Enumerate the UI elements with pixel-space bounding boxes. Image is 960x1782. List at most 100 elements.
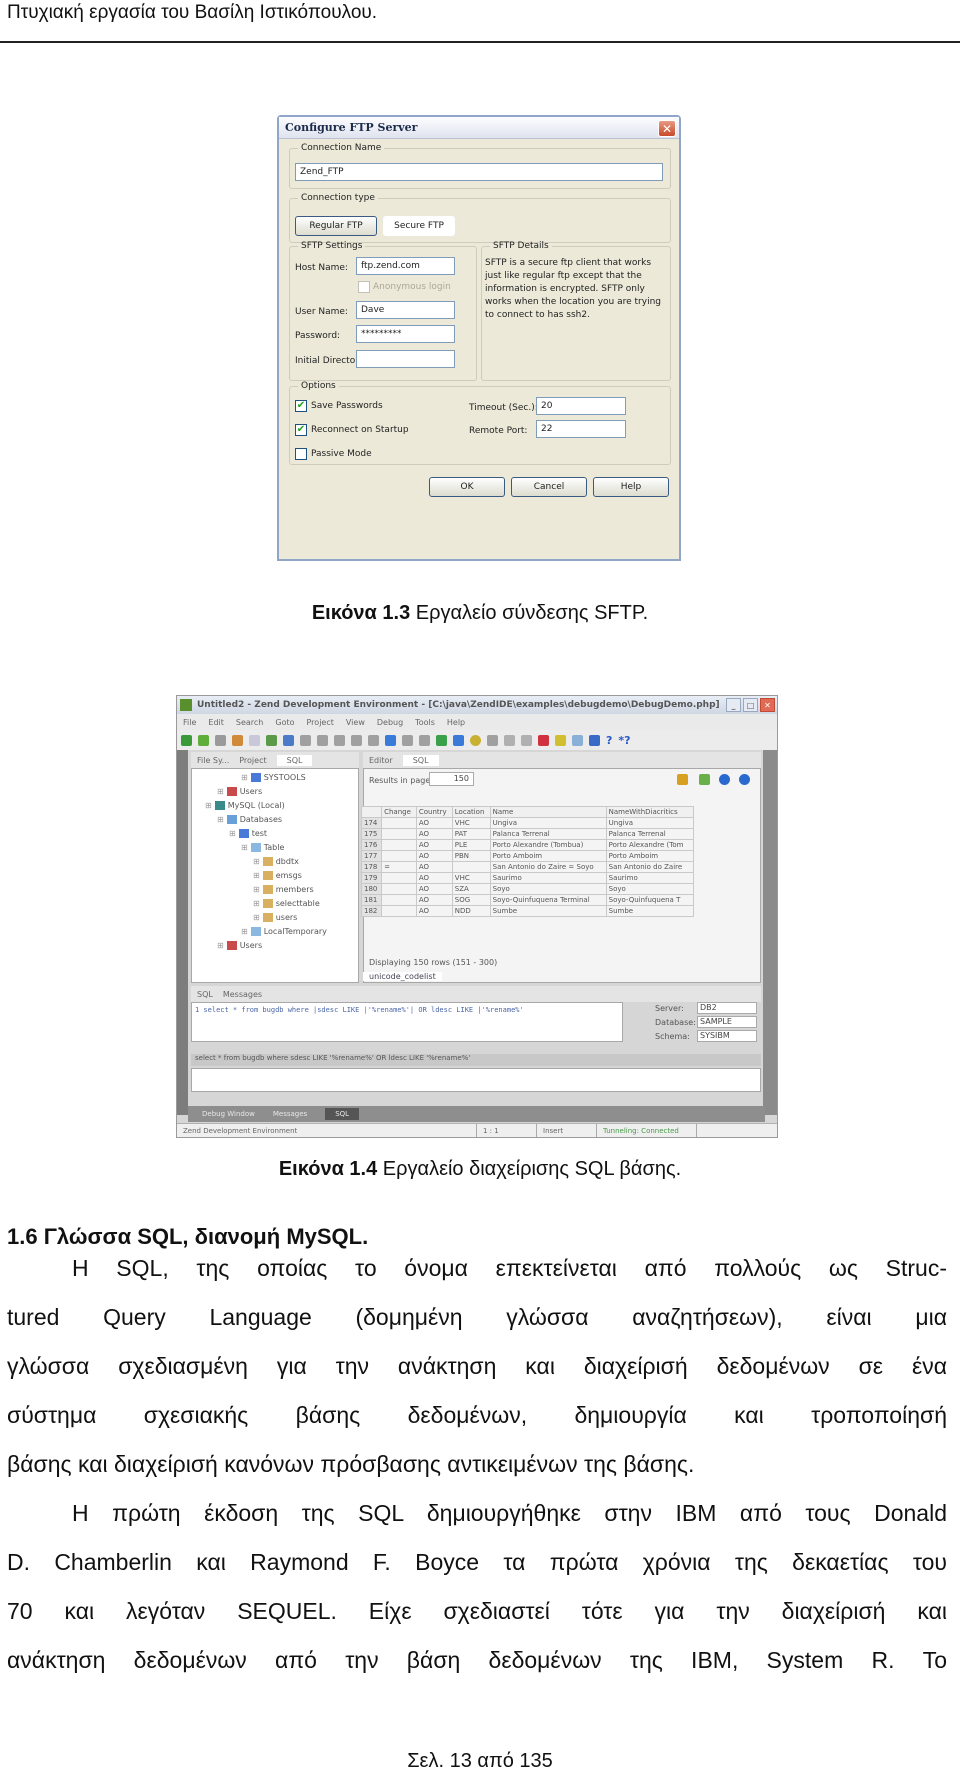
save-results-icon[interactable]: [677, 774, 688, 785]
tab-sql-results[interactable]: SQL: [402, 754, 439, 766]
dock-sql[interactable]: SQL: [325, 1108, 360, 1120]
table-row[interactable]: 182 AO NDD Sumbe Sumbe: [360, 905, 695, 917]
user-name-input[interactable]: Dave: [356, 301, 455, 319]
expand-icon[interactable]: ⊞: [241, 927, 248, 936]
expand-icon[interactable]: ⊞: [241, 843, 248, 852]
expand-icon[interactable]: ⊞: [217, 787, 224, 796]
find-icon[interactable]: [283, 734, 294, 746]
expand-icon[interactable]: ⊞: [253, 885, 260, 894]
cancel-button[interactable]: Cancel: [511, 477, 587, 497]
breakpoint-icon[interactable]: [538, 734, 549, 746]
tree-item[interactable]: ⊞ SYSTOOLS: [193, 770, 343, 784]
expand-icon[interactable]: ⊞: [241, 773, 248, 782]
regular-ftp-button[interactable]: Regular FTP: [295, 216, 377, 236]
tree-item[interactable]: ⊞ Users: [193, 938, 343, 952]
menu-goto[interactable]: Goto: [275, 718, 294, 727]
profile-icon[interactable]: [521, 734, 532, 746]
prev-page-icon[interactable]: [719, 774, 730, 785]
passive-mode-checkbox[interactable]: [295, 448, 307, 460]
browser-icon[interactable]: [572, 734, 583, 746]
table-row[interactable]: 175 AO PAT Palanca Terrenal Palanca Terrenal: [360, 828, 695, 840]
help-icon[interactable]: ?: [606, 734, 612, 747]
expand-icon[interactable]: ⊞: [253, 899, 260, 908]
schema-select[interactable]: SYSIBM: [697, 1030, 757, 1042]
up-icon[interactable]: [402, 734, 413, 746]
menu-debug[interactable]: Debug: [377, 718, 403, 727]
anonymous-login-checkbox[interactable]: [358, 281, 370, 293]
menu-edit[interactable]: Edit: [208, 718, 224, 727]
host-name-input[interactable]: ftp.zend.com: [356, 257, 455, 275]
zoom-out-icon[interactable]: [334, 734, 345, 746]
secure-ftp-button[interactable]: Secure FTP: [383, 216, 455, 236]
database-select[interactable]: SAMPLE: [697, 1016, 757, 1028]
table-row[interactable]: 178 = AO San Antonio do Zaire = Soyo San Ant…: [360, 861, 695, 873]
publish-icon[interactable]: [589, 734, 600, 746]
tree-item[interactable]: ⊞ Users: [193, 784, 343, 798]
cut-icon[interactable]: [232, 734, 243, 746]
new-icon[interactable]: [181, 734, 192, 746]
back-icon[interactable]: [351, 734, 362, 746]
forward-icon[interactable]: [368, 734, 379, 746]
table-row[interactable]: 176 AO PLE Porto Alexandre (Tombua) Porto Al…: [360, 839, 695, 851]
next-page-icon[interactable]: [739, 774, 750, 785]
down-icon[interactable]: [419, 734, 430, 746]
tree-item[interactable]: ⊞ members: [193, 882, 343, 896]
reconnect-checkbox[interactable]: ✔: [295, 424, 307, 436]
tree-item[interactable]: ⊞ emsgs: [193, 868, 343, 882]
column-header[interactable]: Location: [451, 806, 491, 818]
menu-file[interactable]: File: [183, 718, 196, 727]
copy-icon[interactable]: [249, 734, 260, 746]
tree-item[interactable]: ⊞ test: [193, 826, 343, 840]
table-row[interactable]: 179 AO VHC Saurimo Saurimo: [360, 872, 695, 884]
server-select[interactable]: DB2: [697, 1002, 757, 1014]
file-manager-sidebar[interactable]: [177, 750, 188, 1115]
debug-icon[interactable]: [470, 734, 481, 746]
save-passwords-checkbox[interactable]: ✔: [295, 400, 307, 412]
expand-icon[interactable]: ⊞: [217, 815, 224, 824]
menu-tools[interactable]: Tools: [415, 718, 435, 727]
expand-icon[interactable]: ⊞: [253, 857, 260, 866]
table-row[interactable]: 180 AO SZA Soyo Soyo: [360, 883, 695, 895]
expand-icon[interactable]: ⊞: [217, 941, 224, 950]
context-help-icon[interactable]: *?: [618, 734, 630, 747]
sql-query[interactable]: 1 select * from bugdb where |sdesc LIKE …: [195, 1006, 524, 1014]
stop-icon[interactable]: [487, 734, 498, 746]
highlight-icon[interactable]: [555, 734, 566, 746]
table-row[interactable]: 174 AO VHC Ungiva Ungiva: [360, 817, 695, 829]
close-icon[interactable]: ✕: [760, 698, 775, 712]
table-row[interactable]: 177 AO PBN Porto Amboim Porto Amboim: [360, 850, 695, 862]
menu-project[interactable]: Project: [307, 718, 334, 727]
connection-name-input[interactable]: Zend_FTP: [295, 163, 663, 181]
tree-item[interactable]: ⊞ Table: [193, 840, 343, 854]
dock-debug-window[interactable]: Debug Window: [202, 1110, 255, 1118]
close-icon[interactable]: ✕: [658, 120, 676, 137]
skip-icon[interactable]: [453, 734, 464, 746]
timeout-input[interactable]: 20: [536, 397, 626, 415]
tab-sql[interactable]: SQL: [276, 754, 313, 766]
tab-project[interactable]: Project: [239, 756, 266, 765]
initial-directory-input[interactable]: [356, 350, 455, 368]
tab-editor[interactable]: Editor: [369, 756, 393, 765]
tab-sql-editor[interactable]: SQL: [197, 990, 213, 999]
ok-button[interactable]: OK: [429, 477, 505, 497]
column-header[interactable]: Name: [489, 806, 607, 818]
run-icon[interactable]: [436, 734, 447, 746]
column-header[interactable]: [360, 806, 383, 818]
pause-icon[interactable]: [504, 734, 515, 746]
password-input[interactable]: *********: [356, 325, 455, 343]
tree-item[interactable]: ⊞ MySQL (Local): [193, 798, 343, 812]
open-icon[interactable]: [198, 734, 209, 746]
column-header[interactable]: Change: [381, 806, 417, 818]
paste-icon[interactable]: [266, 734, 277, 746]
step-icon[interactable]: [385, 734, 396, 746]
expand-icon[interactable]: ⊞: [253, 871, 260, 880]
dock-messages[interactable]: Messages: [273, 1110, 307, 1118]
tree-item[interactable]: ⊞ dbdtx: [193, 854, 343, 868]
table-row[interactable]: 181 AO SOG Soyo-Quinfuquena Terminal Soyo-Qu…: [360, 894, 695, 906]
column-header[interactable]: NameWithDiacritics: [605, 806, 695, 818]
minimize-icon[interactable]: _: [726, 698, 741, 712]
tree-item[interactable]: ⊞ LocalTemporary: [193, 924, 343, 938]
maximize-icon[interactable]: □: [743, 698, 758, 712]
expand-icon[interactable]: ⊞: [229, 829, 236, 838]
export-icon[interactable]: [699, 774, 710, 785]
